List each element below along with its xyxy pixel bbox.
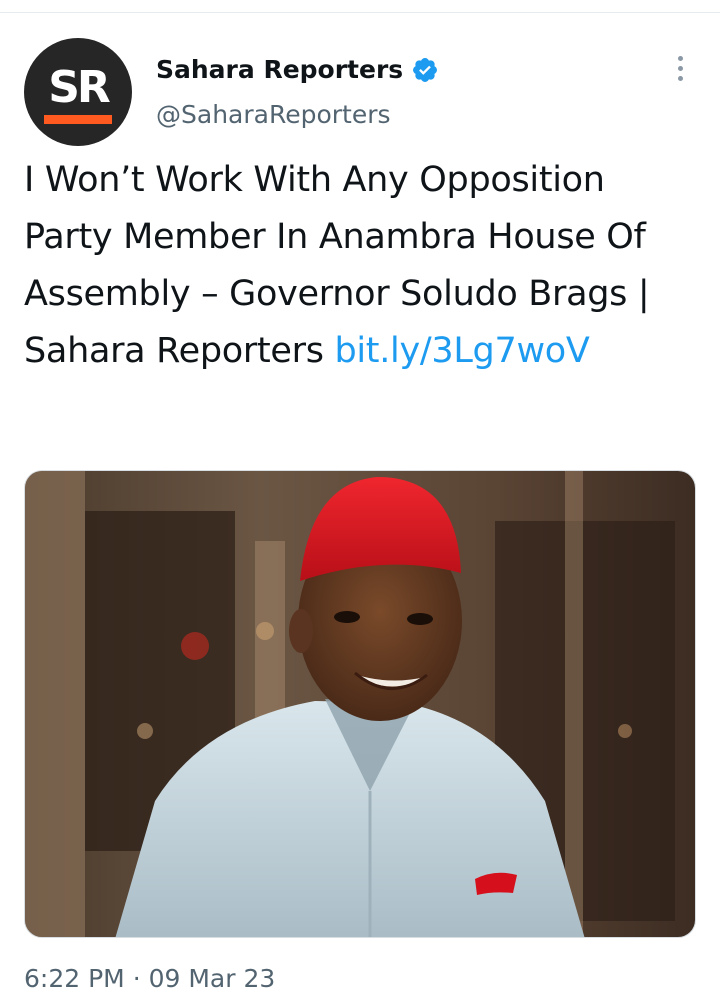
avatar-logo-text: SR [48, 62, 111, 113]
photo-of-man-in-red-cap-icon [25, 471, 695, 937]
avatar[interactable]: SR [24, 38, 132, 146]
tweet-date[interactable]: 09 Mar 23 [149, 964, 276, 993]
verified-badge-icon [413, 58, 438, 82]
tweet-text: I Won’t Work With Any Opposition Party M… [24, 152, 700, 380]
tweet-timestamp[interactable]: 6:22 PM · 09 Mar 23 [24, 960, 275, 998]
timestamp-separator: · [132, 964, 141, 993]
avatar-logo-underline [44, 115, 112, 124]
more-options-icon[interactable] [666, 56, 694, 86]
tweet-photo[interactable] [24, 470, 696, 938]
tweet-link[interactable]: bit.ly/3Lg7woV [334, 331, 589, 371]
tweet-time[interactable]: 6:22 PM [24, 964, 125, 993]
display-name[interactable]: Sahara Reporters [156, 52, 403, 88]
author-name-row[interactable]: Sahara Reporters [156, 52, 439, 88]
top-divider [0, 12, 720, 13]
user-handle[interactable]: @SaharaReporters [156, 98, 391, 132]
